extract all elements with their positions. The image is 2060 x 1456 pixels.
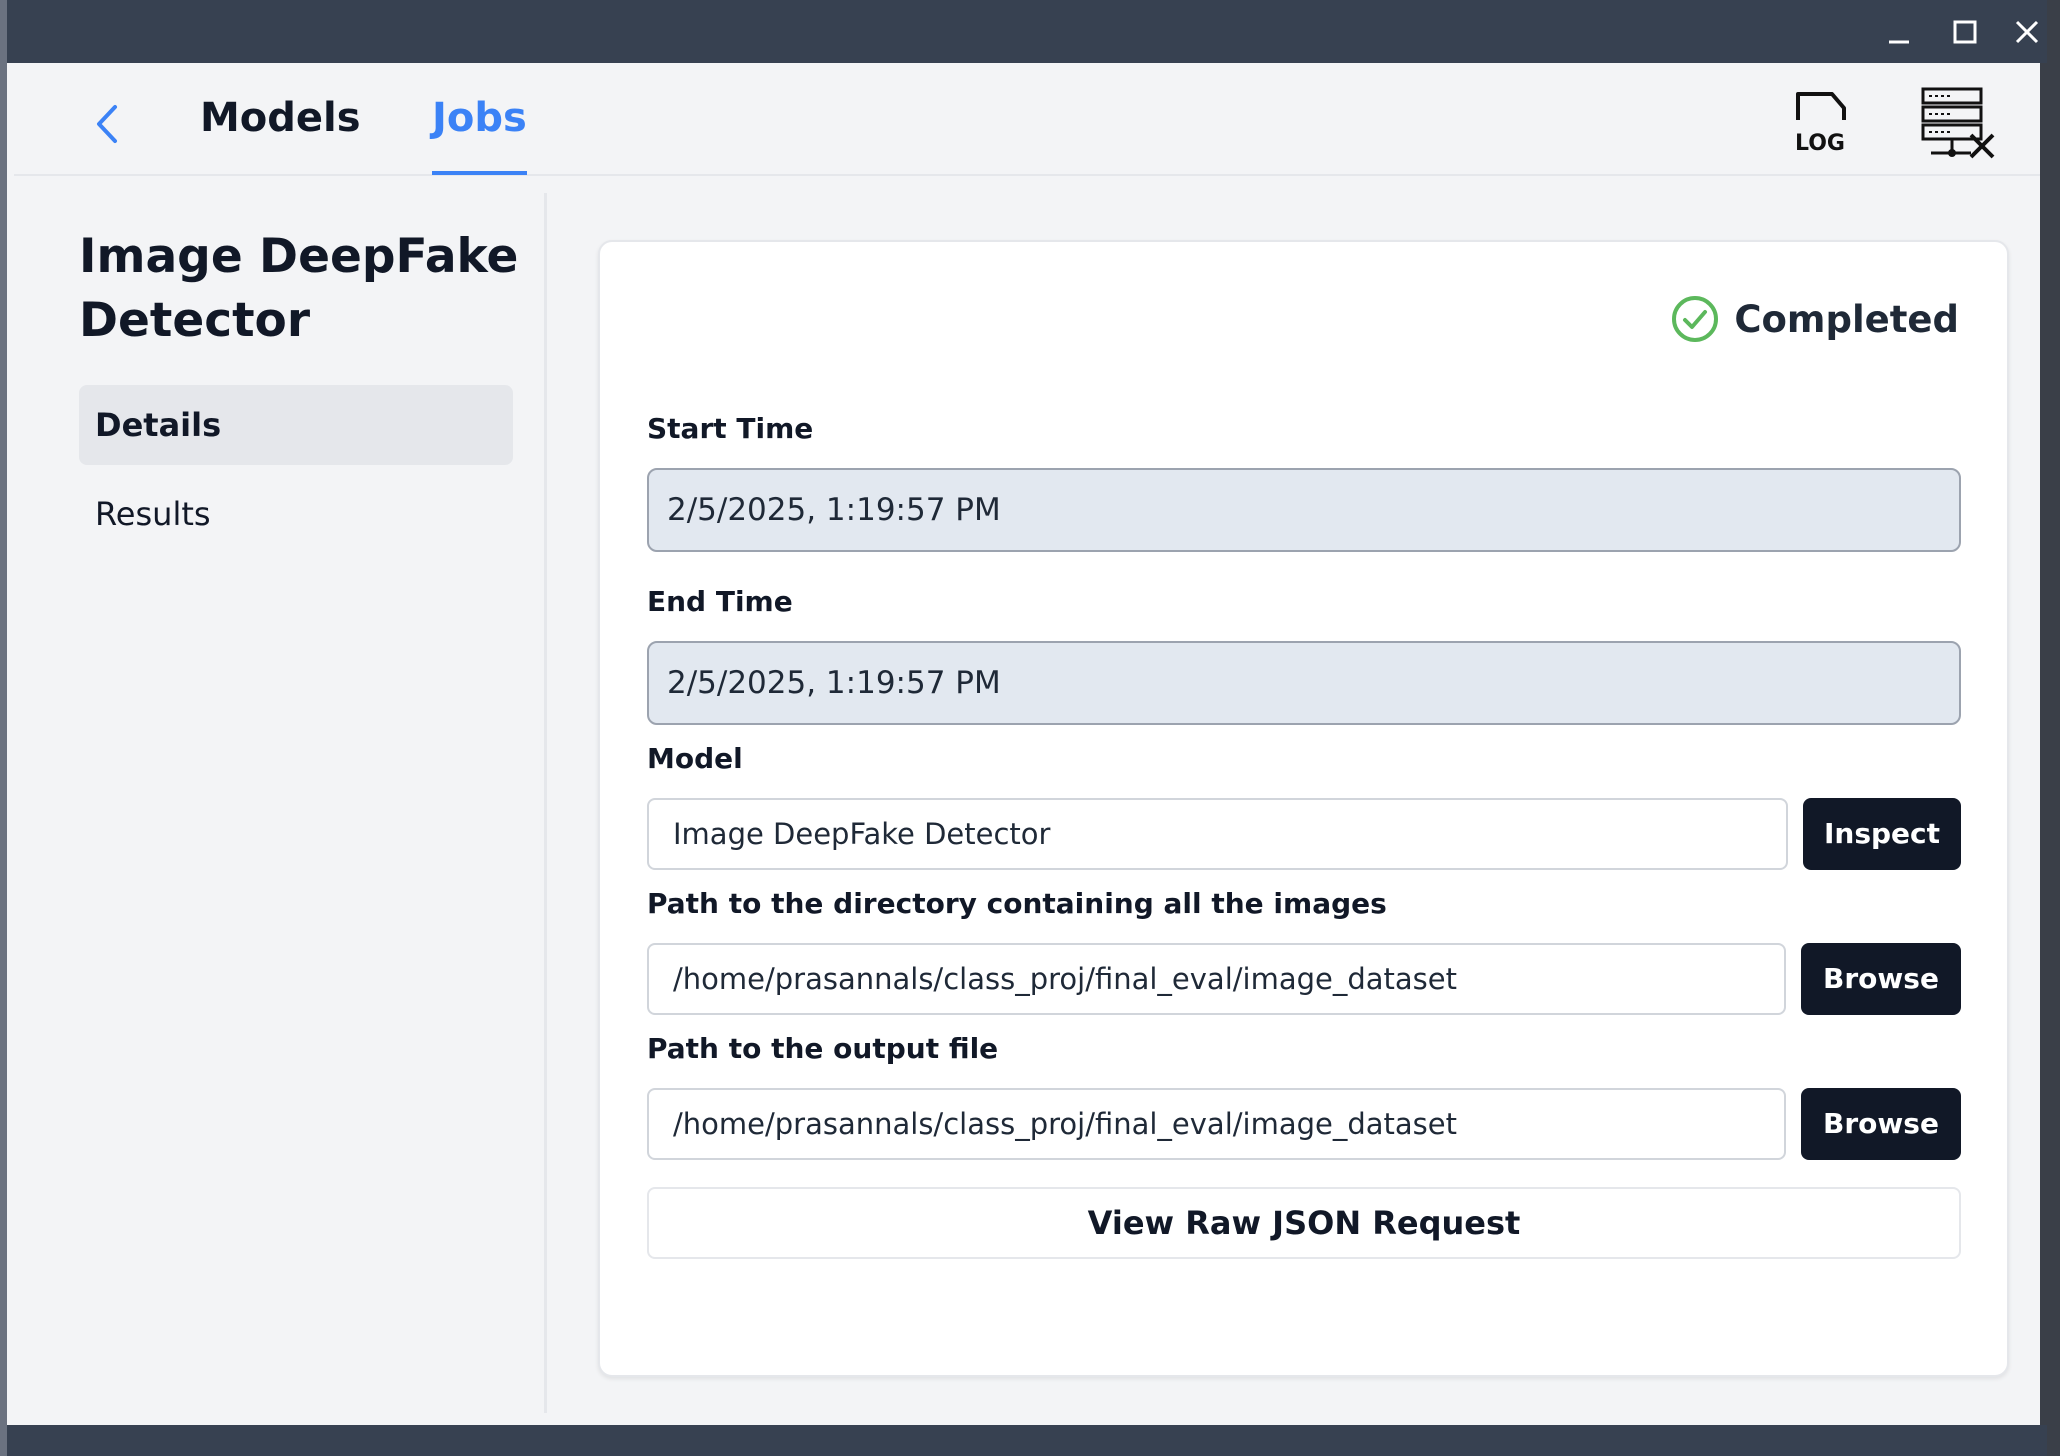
- maximize-icon[interactable]: [1942, 10, 1986, 54]
- start-time-label: Start Time: [647, 412, 814, 445]
- app-window: Models Jobs LOG Image DeepFake Detector …: [0, 0, 2047, 1456]
- title-bar: [7, 0, 2047, 63]
- status-badge: Completed: [1670, 292, 1959, 346]
- check-circle-icon: [1672, 296, 1719, 342]
- server-settings-button[interactable]: [1919, 85, 1999, 163]
- server-tools-icon: [1921, 87, 1995, 159]
- output-file-field[interactable]: /home/prasannals/class_proj/final_eval/i…: [647, 1088, 1786, 1160]
- start-time-field: 2/5/2025, 1:19:57 PM: [647, 468, 1961, 552]
- input-directory-field[interactable]: /home/prasannals/class_proj/final_eval/i…: [647, 943, 1786, 1015]
- log-file-icon: LOG: [1795, 92, 1846, 156]
- output-file-label: Path to the output file: [647, 1032, 999, 1065]
- close-icon[interactable]: [2005, 10, 2049, 54]
- input-directory-label: Path to the directory containing all the…: [647, 887, 1387, 920]
- view-raw-json-button[interactable]: View Raw JSON Request: [647, 1187, 1961, 1259]
- log-label: LOG: [1795, 131, 1845, 156]
- active-tab-indicator: [432, 171, 527, 175]
- sidebar: Image DeepFake Detector Details Results: [14, 193, 547, 1413]
- tab-models[interactable]: Models: [200, 95, 361, 175]
- status-text: Completed: [1734, 297, 1959, 341]
- sidebar-item-results[interactable]: Results: [79, 474, 513, 554]
- minimize-icon[interactable]: [1877, 10, 1921, 54]
- tab-jobs[interactable]: Jobs: [432, 95, 527, 175]
- job-details-card: Completed Start Time 2/5/2025, 1:19:57 P…: [598, 240, 2009, 1377]
- sidebar-title: Image DeepFake Detector: [79, 229, 519, 348]
- browse-input-directory-button[interactable]: Browse: [1801, 943, 1961, 1015]
- sidebar-item-details[interactable]: Details: [79, 385, 513, 465]
- inspect-button[interactable]: Inspect: [1803, 798, 1961, 870]
- end-time-label: End Time: [647, 585, 793, 618]
- browse-output-file-button[interactable]: Browse: [1801, 1088, 1961, 1160]
- back-chevron-icon[interactable]: [89, 101, 129, 147]
- top-navigation: Models Jobs LOG: [14, 63, 2040, 176]
- model-label: Model: [647, 742, 743, 775]
- end-time-field: 2/5/2025, 1:19:57 PM: [647, 641, 1961, 725]
- tab-jobs-label: Jobs: [432, 95, 527, 141]
- log-button[interactable]: LOG: [1792, 90, 1848, 156]
- model-field[interactable]: Image DeepFake Detector: [647, 798, 1788, 870]
- bottom-bar: [7, 1425, 2047, 1456]
